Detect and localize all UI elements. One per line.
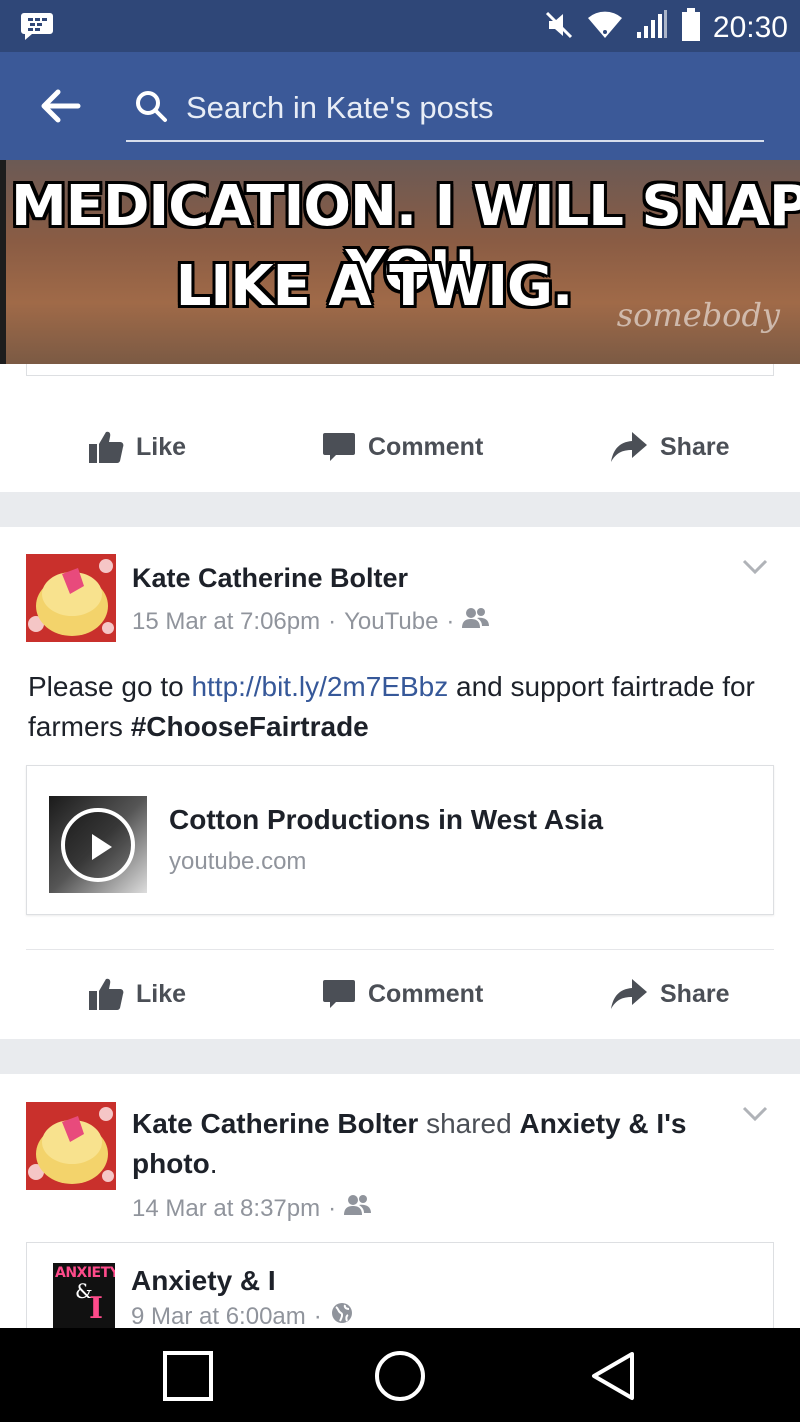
like-button[interactable]: Like <box>88 977 186 1011</box>
share-label: Share <box>660 979 730 1008</box>
status-bar: 20:30 <box>0 0 800 52</box>
post-text: Please go to http://bit.ly/2m7EBbz and s… <box>28 667 768 747</box>
shared-post-box[interactable]: ANXIETY & I Anxiety & I 9 Mar at 6:00am … <box>26 1242 774 1342</box>
shared-photo-link[interactable]: photo <box>132 1148 210 1179</box>
post-meta: 14 Mar at 8:37pm · <box>132 1194 372 1223</box>
comment-icon <box>322 431 356 463</box>
link-preview-domain: youtube.com <box>169 848 307 875</box>
shared-period: . <box>209 1148 218 1179</box>
share-button[interactable]: Share <box>610 431 729 463</box>
meta-separator: · <box>328 607 337 635</box>
home-icon[interactable] <box>372 1348 428 1404</box>
share-button[interactable]: Share <box>610 978 729 1010</box>
avatar[interactable] <box>26 1102 116 1190</box>
meta-separator: · <box>446 607 455 635</box>
shared-headline: Kate Catherine Bolter shared Anxiety & I… <box>132 1104 732 1184</box>
post-date[interactable]: 14 Mar at 8:37pm <box>132 1195 320 1223</box>
mute-icon <box>543 9 575 46</box>
shared-page-name[interactable]: Anxiety & I <box>131 1265 276 1297</box>
friends-audience-icon <box>344 1194 372 1223</box>
comment-button[interactable]: Comment <box>322 431 483 463</box>
post-author[interactable]: Kate Catherine Bolter <box>132 1108 418 1139</box>
wifi-icon <box>587 10 623 45</box>
action-bar: Like Comment Share <box>0 949 800 1039</box>
friends-audience-icon <box>462 607 490 636</box>
post-link[interactable]: http://bit.ly/2m7EBbz <box>191 671 448 702</box>
post-author[interactable]: Kate Catherine Bolter <box>132 563 408 594</box>
post-card-3: Kate Catherine Bolter shared Anxiety & I… <box>0 1074 800 1342</box>
meme-image[interactable]: MEDICATION. I WILL SNAP YOU LIKE A TWIG.… <box>0 160 800 364</box>
thumbs-up-icon <box>88 430 124 464</box>
share-label: Share <box>660 432 730 461</box>
chevron-down-icon[interactable] <box>742 559 768 580</box>
signal-icon <box>635 10 669 45</box>
meta-separator: · <box>328 1194 337 1222</box>
search-icon <box>126 89 168 128</box>
post-hashtag[interactable]: #ChooseFairtrade <box>131 711 369 742</box>
bbm-icon <box>20 11 54 46</box>
app-bar <box>0 52 800 160</box>
battery-icon <box>681 8 701 47</box>
android-nav-bar <box>0 1328 800 1422</box>
share-arrow-icon <box>610 978 648 1010</box>
post-card-1: Like Comment Share <box>0 364 800 492</box>
avatar[interactable] <box>26 554 116 642</box>
play-icon <box>61 808 135 882</box>
comment-label: Comment <box>368 979 484 1008</box>
attachment-border <box>26 364 774 376</box>
link-preview-card[interactable]: Cotton Productions in West Asia youtube.… <box>26 765 774 915</box>
logo-text: I <box>89 1291 104 1326</box>
comment-label: Comment <box>368 432 484 461</box>
search-input[interactable] <box>186 90 746 126</box>
share-arrow-icon <box>610 431 648 463</box>
post-text-pre: Please go to <box>28 671 192 702</box>
post-date[interactable]: 15 Mar at 7:06pm <box>132 608 320 636</box>
thumbs-up-icon <box>88 977 124 1011</box>
link-preview-title[interactable]: Cotton Productions in West Asia <box>169 804 603 836</box>
arrow-left-icon[interactable] <box>34 82 86 130</box>
meme-watermark: somebody <box>616 296 780 334</box>
comment-icon <box>322 978 356 1010</box>
recent-apps-icon[interactable] <box>160 1348 216 1404</box>
search-bar[interactable] <box>126 76 764 142</box>
like-button[interactable]: Like <box>88 430 186 464</box>
post-source[interactable]: YouTube <box>344 608 438 636</box>
shared-page-link[interactable]: Anxiety & I's <box>519 1108 686 1139</box>
meta-separator: · <box>313 1302 322 1330</box>
shared-post-date[interactable]: 9 Mar at 6:00am <box>131 1303 306 1331</box>
post-card-2: Kate Catherine Bolter 15 Mar at 7:06pm ·… <box>0 527 800 1039</box>
post-meta: 15 Mar at 7:06pm · YouTube · <box>132 607 490 636</box>
clock: 20:30 <box>712 10 788 44</box>
like-label: Like <box>136 979 187 1008</box>
shared-word: shared <box>426 1108 512 1139</box>
video-thumbnail[interactable] <box>49 796 147 893</box>
comment-button[interactable]: Comment <box>322 978 483 1010</box>
action-bar: Like Comment Share <box>0 402 800 492</box>
chevron-down-icon[interactable] <box>742 1106 768 1127</box>
page-logo[interactable]: ANXIETY & I <box>53 1263 115 1329</box>
like-label: Like <box>136 432 187 461</box>
back-triangle-icon[interactable] <box>586 1348 642 1404</box>
